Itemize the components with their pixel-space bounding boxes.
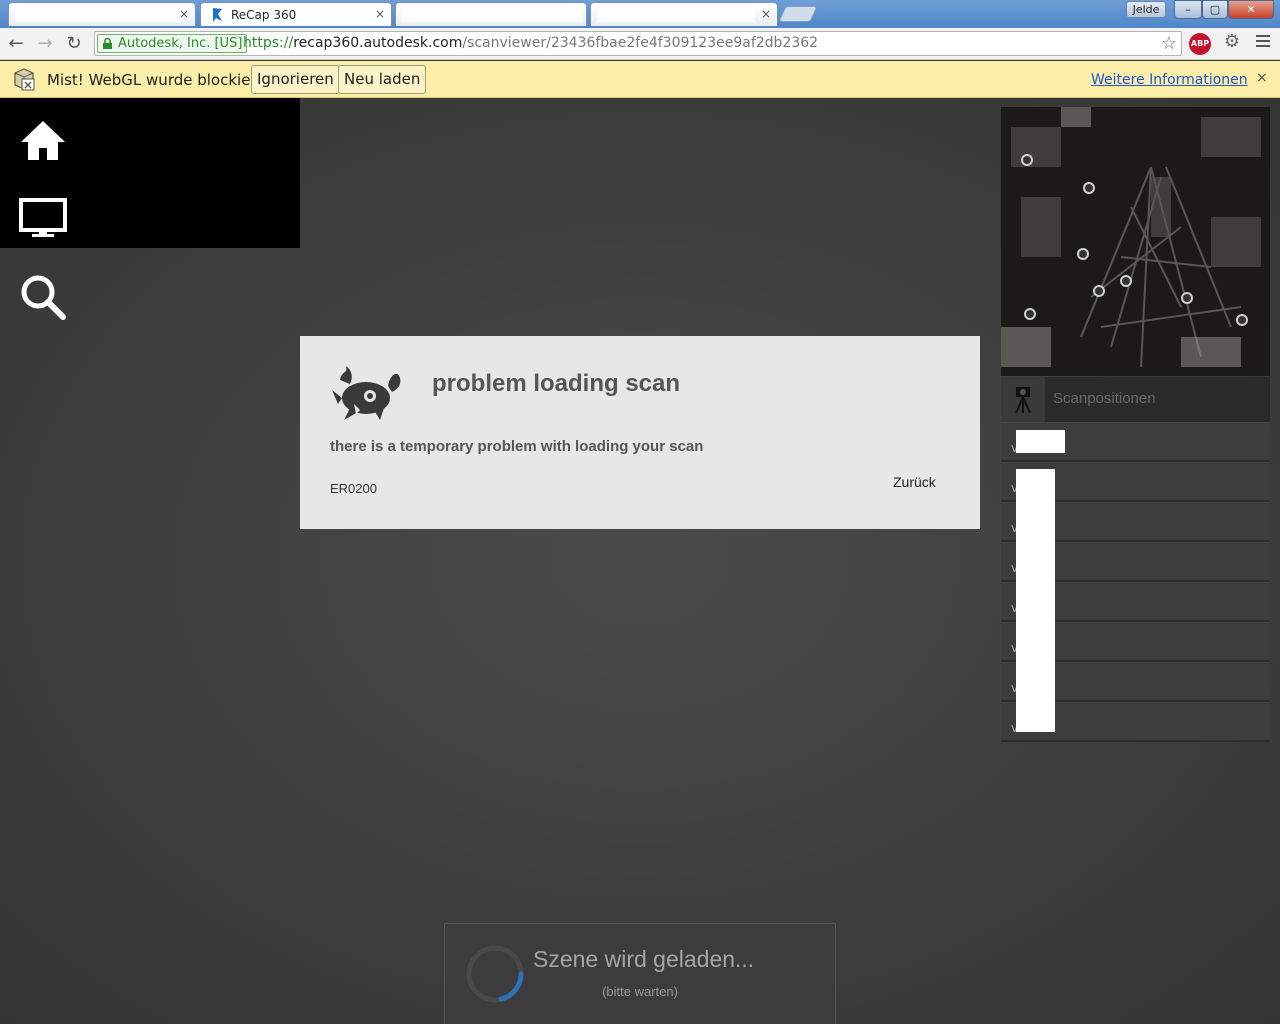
browser-toolbar: ← → ↻ Autodesk, Inc. [US] https://recap3… xyxy=(0,28,1280,60)
scan-minimap[interactable] xyxy=(1001,107,1270,376)
tab-title-redacted xyxy=(15,7,183,22)
scan-positions-header[interactable]: Scanpositionen xyxy=(1001,377,1270,422)
scan-position-marker[interactable] xyxy=(1077,248,1089,260)
url-text: https://recap360.autodesk.com/scanviewer… xyxy=(243,35,818,51)
browser-tab-bar: × ReCap 360 × × Jelde – ▢ ✕ xyxy=(0,0,1280,28)
tab-title-redacted xyxy=(402,7,582,22)
scan-position-marker[interactable] xyxy=(1120,275,1132,287)
bookmark-star-icon[interactable]: ☆ xyxy=(1161,33,1177,54)
more-info-link[interactable]: Weitere Informationen xyxy=(1091,72,1248,88)
redaction-block xyxy=(1016,469,1055,732)
tab-close-icon[interactable]: × xyxy=(375,7,385,21)
error-dialog: problem loading scan there is a temporar… xyxy=(300,336,980,529)
recap-favicon-icon xyxy=(213,8,222,22)
window-close-button[interactable]: ✕ xyxy=(1228,0,1274,19)
tab-title-redacted xyxy=(597,7,755,22)
browser-tab[interactable] xyxy=(395,2,587,26)
scan-position-marker[interactable] xyxy=(1181,292,1193,304)
webgl-blocked-infobar: Mist! WebGL wurde blockiert. Ignorieren … xyxy=(0,61,1280,98)
window-maximize-button[interactable]: ▢ xyxy=(1202,0,1228,19)
infobar-message: Mist! WebGL wurde blockiert. xyxy=(47,71,268,89)
error-code: ER0200 xyxy=(330,481,377,496)
redaction-block xyxy=(1016,430,1065,453)
user-profile-badge[interactable]: Jelde xyxy=(1126,1,1166,18)
url-path: /scanviewer/23436fbae2fe4f309123ee9af2db… xyxy=(462,35,819,51)
scene-loading-box: Szene wird geladen... (bitte warten) xyxy=(444,923,836,1024)
reload-icon[interactable]: ↻ xyxy=(62,32,86,56)
dialog-message: there is a temporary problem with loadin… xyxy=(330,438,704,455)
adblock-plus-icon[interactable]: ABP xyxy=(1189,33,1211,55)
ignore-button[interactable]: Ignorieren xyxy=(251,65,340,94)
scan-position-marker[interactable] xyxy=(1236,314,1248,326)
new-tab-button[interactable] xyxy=(778,6,818,22)
scan-position-marker[interactable] xyxy=(1083,182,1095,194)
infobar-close-icon[interactable]: × xyxy=(1256,70,1268,86)
scan-camera-icon xyxy=(1001,377,1045,422)
url-scheme: https:// xyxy=(243,35,294,51)
scan-position-marker[interactable] xyxy=(1021,154,1033,166)
url-host: recap360.autodesk.com xyxy=(293,35,463,51)
lock-icon xyxy=(103,38,112,49)
webgl-blocked-icon xyxy=(14,68,35,91)
browser-menu-icon[interactable] xyxy=(1256,35,1270,49)
back-button[interactable]: Zurück xyxy=(893,474,936,490)
scan-position-marker[interactable] xyxy=(1093,285,1105,297)
ev-certificate-label: Autodesk, Inc. [US] xyxy=(118,36,243,51)
window-minimize-button[interactable]: – xyxy=(1174,0,1202,19)
browser-tab[interactable]: × xyxy=(8,2,196,26)
tab-close-icon[interactable]: × xyxy=(761,7,771,21)
scan-position-marker[interactable] xyxy=(1024,308,1036,320)
browser-tab[interactable]: × xyxy=(590,2,778,26)
home-icon[interactable] xyxy=(18,118,68,168)
reload-page-button[interactable]: Neu laden xyxy=(338,65,427,94)
tab-title: ReCap 360 xyxy=(231,8,297,22)
back-arrow-icon[interactable]: ← xyxy=(4,32,28,56)
search-icon[interactable] xyxy=(18,272,68,322)
minimap-aerial-image xyxy=(1001,107,1270,376)
tab-close-icon[interactable]: × xyxy=(179,7,189,21)
address-bar[interactable]: Autodesk, Inc. [US] https://recap360.aut… xyxy=(94,31,1182,56)
loading-title: Szene wird geladen... xyxy=(533,946,755,972)
scan-viewer: problem loading scan there is a temporar… xyxy=(0,98,1280,1024)
browser-tab-active[interactable]: ReCap 360 × xyxy=(200,2,392,26)
forward-arrow-icon[interactable]: → xyxy=(33,32,57,56)
extension-gear-icon[interactable]: ⚙ xyxy=(1222,32,1242,52)
loading-subtitle: (bitte warten) xyxy=(602,984,678,999)
monitor-icon[interactable] xyxy=(18,194,68,244)
ev-certificate-badge[interactable]: Autodesk, Inc. [US] xyxy=(97,34,248,53)
crashed-rocket-icon xyxy=(332,366,401,420)
dialog-title: problem loading scan xyxy=(432,370,681,397)
scan-positions-title: Scanpositionen xyxy=(1053,390,1156,407)
